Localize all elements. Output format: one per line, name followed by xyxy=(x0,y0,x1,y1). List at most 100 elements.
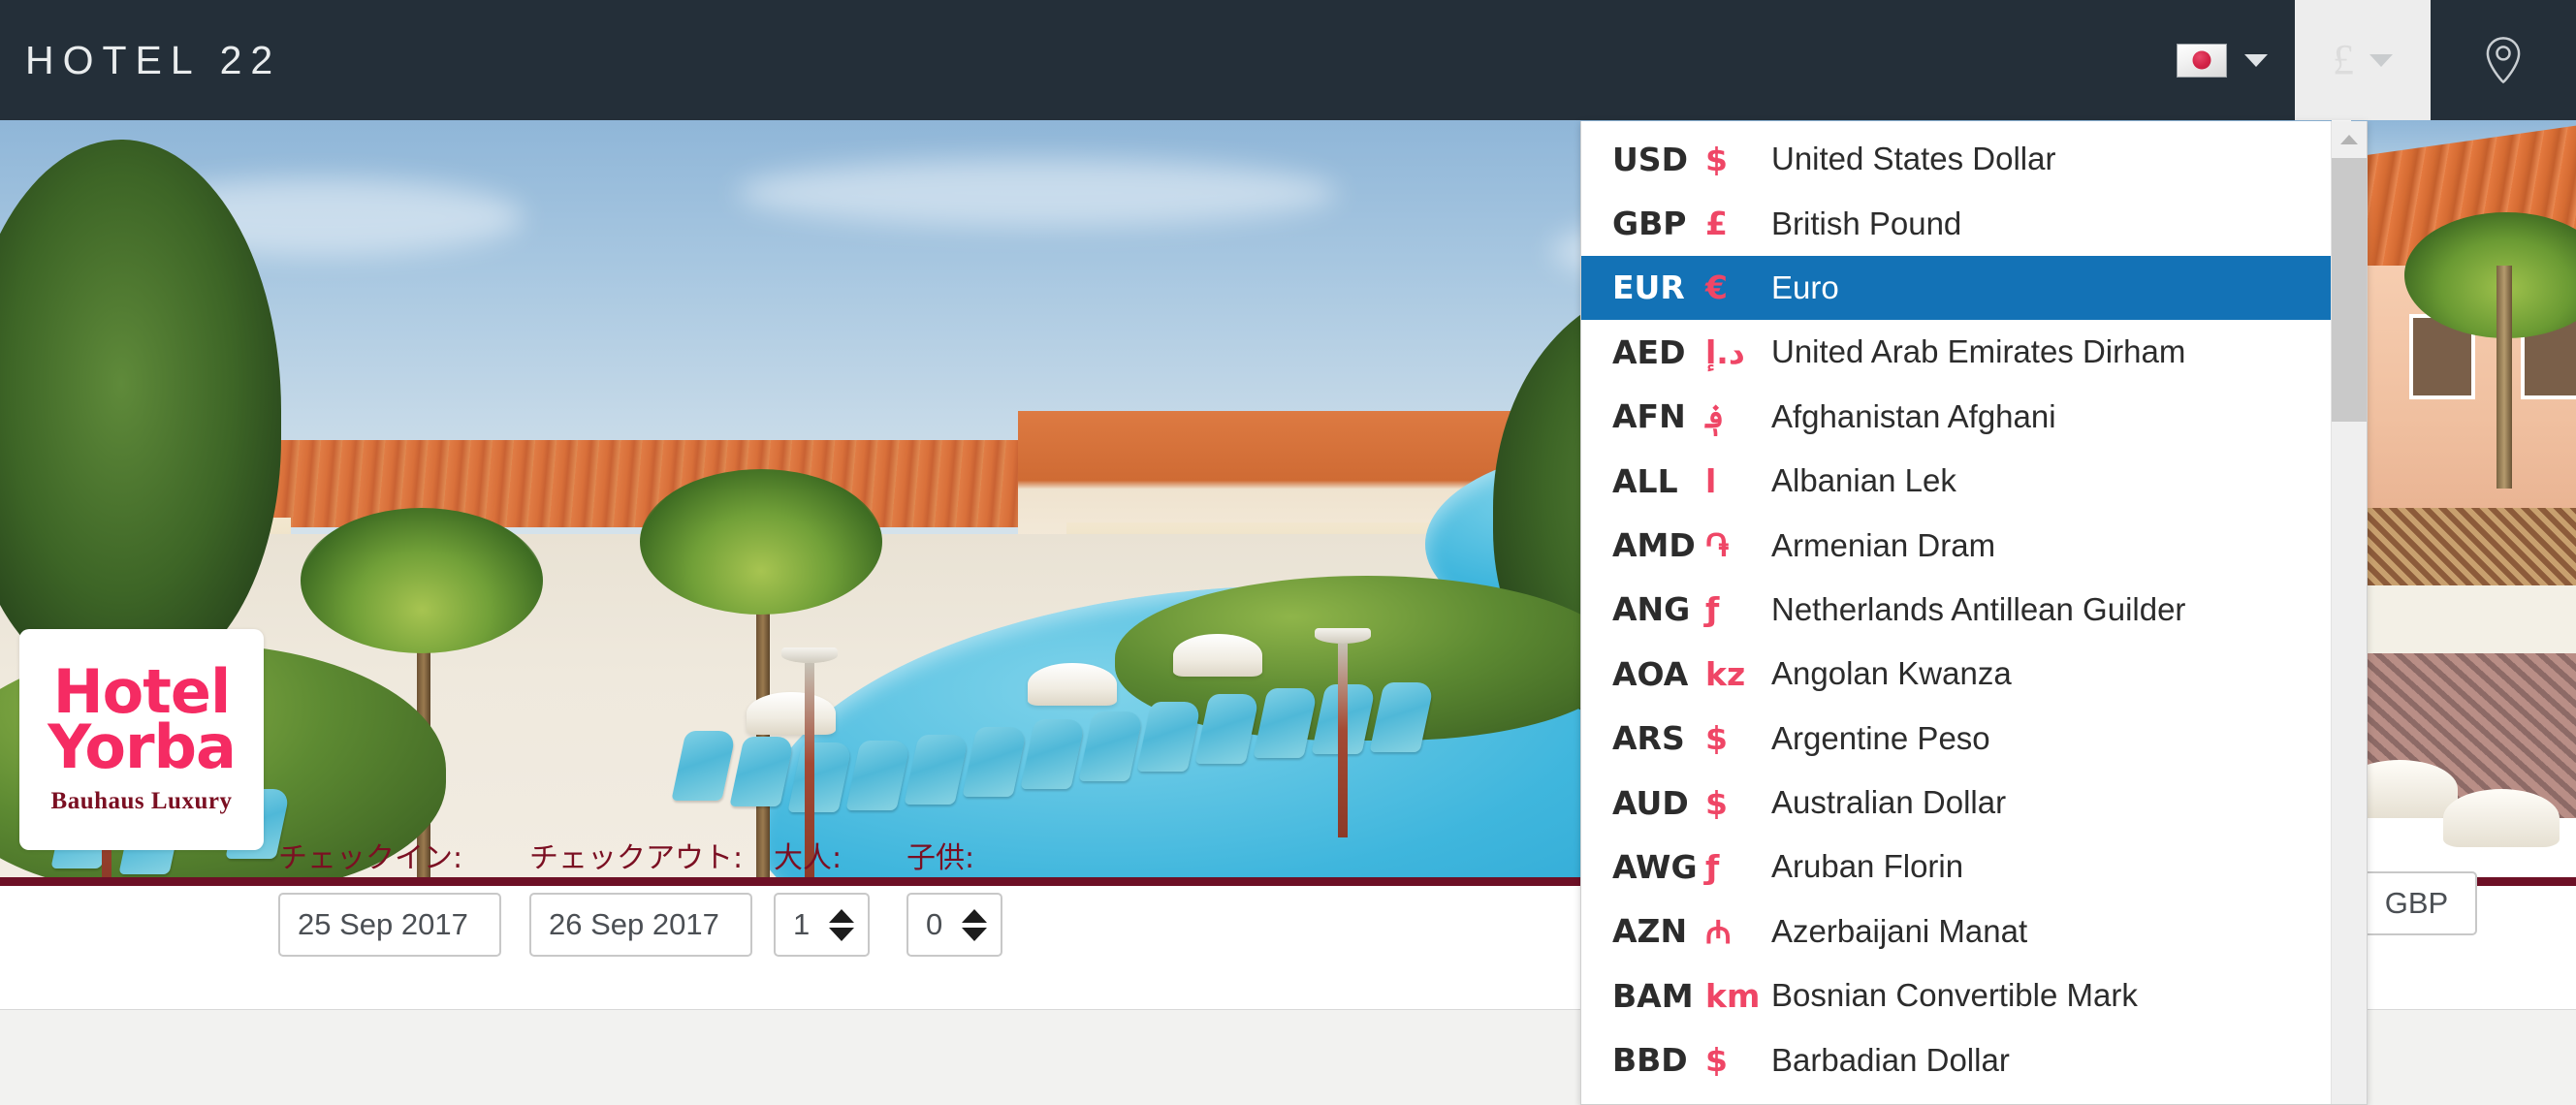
currency-code: BAM xyxy=(1612,976,1694,1015)
currency-name: Azerbaijani Manat xyxy=(1771,912,2028,949)
pool-umbrella xyxy=(1028,663,1117,706)
currency-name: Argentine Peso xyxy=(1771,719,1990,756)
currency-symbol: ₼ xyxy=(1705,913,1732,952)
currency-symbol: ֏ xyxy=(1705,525,1730,564)
spinner-down-icon[interactable] xyxy=(829,927,854,941)
currency-option-aed[interactable]: AED د.إ United Arab Emirates Dirham xyxy=(1581,320,2331,384)
hotel-logo-card: Hotel Yorba Bauhaus Luxury xyxy=(19,629,264,850)
location-button[interactable] xyxy=(2431,0,2576,120)
header-spacer xyxy=(281,0,2149,120)
currency-option-bbd[interactable]: BBD $ Barbadian Dollar xyxy=(1581,1027,2331,1091)
children-spinner[interactable] xyxy=(962,908,987,941)
currency-option-amd[interactable]: AMD ֏ Armenian Dram xyxy=(1581,513,2331,577)
currency-option-afn[interactable]: AFN ؋ Afghanistan Afghani xyxy=(1581,385,2331,449)
currency-selector-button[interactable]: £ xyxy=(2295,0,2431,120)
spinner-down-icon[interactable] xyxy=(962,927,987,941)
currency-code: ARS xyxy=(1612,719,1685,758)
currency-name: Angolan Kwanza xyxy=(1771,655,2012,692)
currency-option-usd[interactable]: USD $ United States Dollar xyxy=(1581,127,2331,191)
adults-spinner[interactable] xyxy=(829,908,854,941)
currency-code: AMD xyxy=(1612,526,1696,565)
chevron-down-icon xyxy=(2244,53,2268,67)
currency-code: AZN xyxy=(1612,912,1688,951)
currency-name: Barbadian Dollar xyxy=(1771,1041,2010,1078)
currency-option-bam[interactable]: BAM km Bosnian Convertible Mark xyxy=(1581,963,2331,1027)
currency-symbol: $ xyxy=(1705,719,1728,758)
adults-label: 大人: xyxy=(774,841,843,875)
currency-name: Euro xyxy=(1771,268,1839,305)
checkout-label: チェックアウト: xyxy=(529,841,744,875)
currency-code: BBD xyxy=(1612,1041,1688,1080)
currency-name: United Arab Emirates Dirham xyxy=(1771,333,2186,370)
currency-code: AED xyxy=(1612,332,1686,371)
currency-code: ALL xyxy=(1612,461,1678,500)
currency-option-all[interactable]: ALL l Albanian Lek xyxy=(1581,449,2331,513)
currency-dropdown-panel[interactable]: USD $ United States Dollar GBP £ British Poun… xyxy=(1580,121,2368,1105)
currency-option-eur[interactable]: EUR € Euro xyxy=(1581,255,2331,321)
chevron-down-icon xyxy=(2369,53,2393,67)
page-root: HOTEL 22 £ Hotel Yorba Bauhaus Luxury チェ… xyxy=(0,0,2576,1105)
currency-option-aud[interactable]: AUD $ Australian Dollar xyxy=(1581,771,2331,835)
adults-stepper[interactable]: 1 xyxy=(774,893,870,957)
checkout-date-input[interactable]: 26 Sep 2017 xyxy=(529,893,752,957)
currency-symbol: $ xyxy=(1705,140,1728,178)
currency-name: Netherlands Antillean Guilder xyxy=(1771,590,2186,627)
currency-symbol: £ xyxy=(2333,36,2354,83)
pathway-lamp xyxy=(1315,628,1371,837)
currency-name: Bosnian Convertible Mark xyxy=(1771,977,2138,1014)
language-selector-button[interactable] xyxy=(2149,0,2295,120)
currency-name: British Pound xyxy=(1771,205,1962,241)
currency-symbol: $ xyxy=(1705,783,1728,822)
dropdown-scrollbar[interactable] xyxy=(2331,121,2367,1104)
currency-code: AUD xyxy=(1612,783,1689,822)
spinner-up-icon[interactable] xyxy=(829,908,854,923)
currency-option-list[interactable]: USD $ United States Dollar GBP £ British Poun… xyxy=(1581,121,2331,1104)
pool-umbrella xyxy=(747,692,836,735)
currency-option-gbp[interactable]: GBP £ British Pound xyxy=(1581,191,2331,255)
logo-line-2: Yorba xyxy=(48,711,237,782)
building-wall xyxy=(2351,585,2576,663)
adults-value: 1 xyxy=(793,907,811,941)
currency-option-ars[interactable]: ARS $ Argentine Peso xyxy=(1581,707,2331,771)
checkin-label: チェックイン: xyxy=(278,841,463,875)
palm-trunk xyxy=(2496,266,2512,489)
currency-symbol: l xyxy=(1705,461,1717,500)
checkin-date-input[interactable]: 25 Sep 2017 xyxy=(278,893,501,957)
pool-umbrella xyxy=(1173,634,1262,677)
hotel-photo-building[interactable] xyxy=(2351,120,2576,886)
currency-symbol: £ xyxy=(1705,205,1728,243)
currency-code: AFN xyxy=(1612,397,1686,436)
children-stepper[interactable]: 0 xyxy=(906,893,1002,957)
site-header: HOTEL 22 £ xyxy=(0,0,2576,120)
children-value: 0 xyxy=(926,907,943,941)
checkout-field-group: チェックアウト: 26 Sep 2017 xyxy=(529,834,752,957)
palm-crown xyxy=(640,469,882,615)
currency-code: EUR xyxy=(1612,268,1685,307)
currency-option-azn[interactable]: AZN ₼ Azerbaijani Manat xyxy=(1581,900,2331,963)
currency-name: Australian Dollar xyxy=(1771,784,2007,821)
scroll-up-button[interactable] xyxy=(2332,121,2367,158)
scrollbar-thumb[interactable] xyxy=(2332,158,2367,422)
currency-input[interactable]: GBP xyxy=(2356,871,2477,935)
chevron-up-icon xyxy=(2340,135,2358,144)
currency-name: Albanian Lek xyxy=(1771,462,1956,499)
cloud xyxy=(737,159,1338,227)
currency-option-aoa[interactable]: AOA kz Angolan Kwanza xyxy=(1581,642,2331,706)
currency-name: Afghanistan Afghani xyxy=(1771,397,2056,434)
currency-name: United States Dollar xyxy=(1771,141,2056,177)
children-field-group: 子供: 0 xyxy=(906,834,1002,957)
balcony-lattice xyxy=(2351,508,2576,585)
spinner-up-icon[interactable] xyxy=(962,908,987,923)
currency-symbol: $ xyxy=(1705,1041,1728,1080)
currency-symbol: ƒ xyxy=(1705,590,1720,629)
currency-option-awg[interactable]: AWG ƒ Aruban Florin xyxy=(1581,835,2331,899)
currency-symbol: ؋ xyxy=(1705,397,1725,436)
currency-name: Aruban Florin xyxy=(1771,848,1964,885)
currency-code: AOA xyxy=(1612,654,1689,693)
currency-option-ang[interactable]: ANG ƒ Netherlands Antillean Guilder xyxy=(1581,578,2331,642)
currency-code: USD xyxy=(1612,140,1688,178)
currency-name: Armenian Dram xyxy=(1771,526,1996,563)
currency-symbol: € xyxy=(1705,268,1728,307)
currency-symbol: ƒ xyxy=(1705,847,1720,886)
currency-code: AWG xyxy=(1612,847,1698,886)
